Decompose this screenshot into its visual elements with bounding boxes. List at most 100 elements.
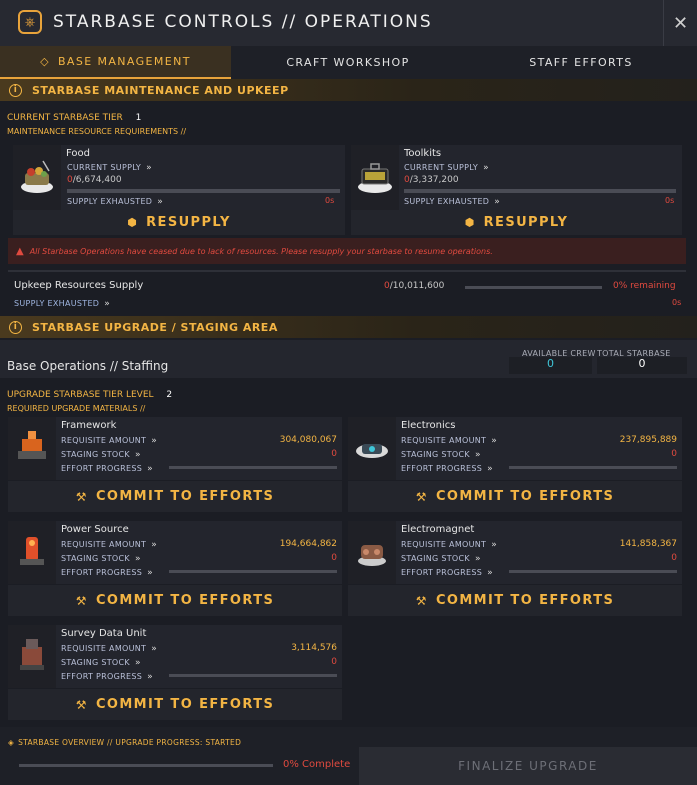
power-source-requisite-value: 194,664,862 <box>279 539 337 549</box>
framework-name: Framework <box>61 420 117 431</box>
tab-bar: ◇ BASE MANAGEMENT CRAFT WORKSHOP STAFF E… <box>0 46 697 79</box>
info-icon: i <box>9 320 22 334</box>
power-source-thumbnail <box>8 521 56 584</box>
warning-icon: ▲ <box>16 245 24 257</box>
upgrade-overview: ◈ STARBASE OVERVIEW // UPGRADE PROGRESS: … <box>8 738 241 747</box>
survey-data-unit-icon <box>20 639 44 670</box>
commit-survey-data-unit-button[interactable]: ⚒ COMMIT TO EFFORTS <box>8 689 342 720</box>
electronics-requisite-label: REQUISITE AMOUNT» <box>401 436 498 446</box>
total-crew-value: 0 <box>597 357 687 374</box>
toolkits-supply-value: 0/3,337,200 <box>404 175 459 185</box>
close-button[interactable]: ✕ <box>663 0 697 46</box>
power-source-icon <box>20 537 44 565</box>
electromagnet-requisite-value: 141,858,367 <box>619 539 677 549</box>
commit-electromagnet-button[interactable]: ⚒ COMMIT TO EFFORTS <box>348 585 682 616</box>
framework-icon <box>18 431 46 459</box>
food-supply-bar <box>67 189 340 193</box>
electromagnet-thumbnail <box>348 521 396 584</box>
material-card-power-source: Power Source REQUISITE AMOUNT» 194,664,8… <box>8 521 342 584</box>
crew-icon: ⚒ <box>75 593 88 608</box>
power-source-staging-value: 0 <box>331 553 337 563</box>
upkeep-supply-bar <box>465 286 602 289</box>
electromagnet-staging-value: 0 <box>671 553 677 563</box>
crew-icon: ⚒ <box>75 697 88 712</box>
toolkit-icon <box>358 163 392 193</box>
available-crew-value: 0 <box>509 357 592 374</box>
overview-icon: ◈ <box>8 738 15 747</box>
material-card-framework: Framework REQUISITE AMOUNT» 304,080,067 … <box>8 417 342 480</box>
resupply-toolkits-button[interactable]: ⬢ RESUPPLY <box>351 210 682 235</box>
maintenance-section-header: i STARBASE MAINTENANCE AND UPKEEP <box>0 79 697 101</box>
toolkits-thumbnail <box>351 145 399 210</box>
info-icon: i <box>9 83 22 97</box>
staffing-panel: Base Operations // Staffing AVAILABLE CR… <box>0 340 697 378</box>
food-supply-value: 0/6,674,400 <box>67 175 122 185</box>
resupply-food-button[interactable]: ⬢ RESUPPLY <box>13 210 345 235</box>
upgrade-tier-label: UPGRADE STARBASE TIER LEVEL <box>7 390 154 400</box>
electronics-staging-label: STAGING STOCK» <box>401 450 481 460</box>
survey-data-unit-requisite-value: 3,114,576 <box>291 643 337 653</box>
food-time: 0s <box>325 196 335 205</box>
warning-text: All Starbase Operations have ceased due … <box>29 246 493 256</box>
crew-icon: ⚒ <box>75 489 88 504</box>
maintenance-header-text: STARBASE MAINTENANCE AND UPKEEP <box>32 83 289 97</box>
upgrade-tier-value: 2 <box>166 390 173 400</box>
framework-effort-label: EFFORT PROGRESS» <box>61 464 153 474</box>
finalize-upgrade-button[interactable]: FINALIZE UPGRADE <box>359 747 697 785</box>
electromagnet-requisite-label: REQUISITE AMOUNT» <box>401 540 498 550</box>
electromagnet-effort-bar <box>509 570 677 573</box>
commit-label: COMMIT TO EFFORTS <box>95 593 275 608</box>
current-tier-row: CURRENT STARBASE TIER 1 <box>7 113 141 123</box>
electronics-effort-label: EFFORT PROGRESS» <box>401 464 493 474</box>
material-card-survey-data-unit: Survey Data Unit REQUISITE AMOUNT» 3,114… <box>8 625 342 688</box>
commit-power-source-button[interactable]: ⚒ COMMIT TO EFFORTS <box>8 585 342 616</box>
resource-card-food: Food CURRENT SUPPLY» 0/6,674,400 SUPPLY … <box>13 145 345 210</box>
upkeep-remaining: 0% remaining <box>613 281 676 291</box>
food-icon <box>21 160 53 193</box>
commit-label: COMMIT TO EFFORTS <box>435 489 615 504</box>
power-source-effort-label: EFFORT PROGRESS» <box>61 568 153 578</box>
resupply-icon: ⬢ <box>127 216 139 229</box>
power-source-name: Power Source <box>61 524 129 535</box>
food-name: Food <box>66 148 90 159</box>
toolkits-name: Toolkits <box>404 148 442 159</box>
upgrade-header-text: STARBASE UPGRADE / STAGING AREA <box>32 320 278 334</box>
commit-electronics-button[interactable]: ⚒ COMMIT TO EFFORTS <box>348 481 682 512</box>
framework-effort-bar <box>169 466 337 469</box>
food-thumbnail <box>13 145 61 210</box>
electronics-thumbnail <box>348 417 396 480</box>
tab-base-management[interactable]: ◇ BASE MANAGEMENT <box>0 46 231 79</box>
maintenance-requirements-label: MAINTENANCE RESOURCE REQUIREMENTS // <box>7 127 187 136</box>
operations-warning-banner: ▲ All Starbase Operations have ceased du… <box>8 238 686 264</box>
food-status-label: SUPPLY EXHAUSTED» <box>67 197 164 207</box>
toolkits-supply-label: CURRENT SUPPLY» <box>404 163 489 173</box>
electromagnet-icon <box>358 545 386 566</box>
commit-label: COMMIT TO EFFORTS <box>95 697 275 712</box>
current-tier-label: CURRENT STARBASE TIER <box>7 113 123 123</box>
tab-craft-workshop[interactable]: CRAFT WORKSHOP <box>231 46 465 79</box>
resource-card-toolkits: Toolkits CURRENT SUPPLY» 0/3,337,200 SUP… <box>351 145 682 210</box>
footer-panel: ◈ STARBASE OVERVIEW // UPGRADE PROGRESS: … <box>0 727 697 785</box>
tab-staff-efforts[interactable]: STAFF EFFORTS <box>465 46 697 79</box>
material-card-electronics: Electronics REQUISITE AMOUNT» 237,895,88… <box>348 417 682 480</box>
commit-framework-button[interactable]: ⚒ COMMIT TO EFFORTS <box>8 481 342 512</box>
framework-staging-value: 0 <box>331 449 337 459</box>
electronics-name: Electronics <box>401 420 456 431</box>
upgrade-progress-bar <box>19 764 273 767</box>
electromagnet-effort-label: EFFORT PROGRESS» <box>401 568 493 578</box>
electronics-effort-bar <box>509 466 677 469</box>
resupply-icon: ⬢ <box>464 216 476 229</box>
upgrade-requirements-label: REQUIRED UPGRADE MATERIALS // <box>7 404 146 413</box>
survey-data-unit-effort-bar <box>169 674 337 677</box>
electronics-requisite-value: 237,895,889 <box>619 435 677 445</box>
crew-icon: ⚒ <box>415 593 428 608</box>
toolkits-time: 0s <box>665 196 675 205</box>
electromagnet-name: Electromagnet <box>401 524 475 535</box>
crew-icon: ⚒ <box>415 489 428 504</box>
title-bar: ⎈ STARBASE CONTROLS // OPERATIONS ✕ <box>0 0 697 46</box>
divider <box>8 270 686 272</box>
starbase-logo-icon: ⎈ <box>18 10 42 34</box>
survey-data-unit-effort-label: EFFORT PROGRESS» <box>61 672 153 682</box>
upkeep-time: 0s <box>672 298 682 307</box>
material-card-electromagnet: Electromagnet REQUISITE AMOUNT» 141,858,… <box>348 521 682 584</box>
